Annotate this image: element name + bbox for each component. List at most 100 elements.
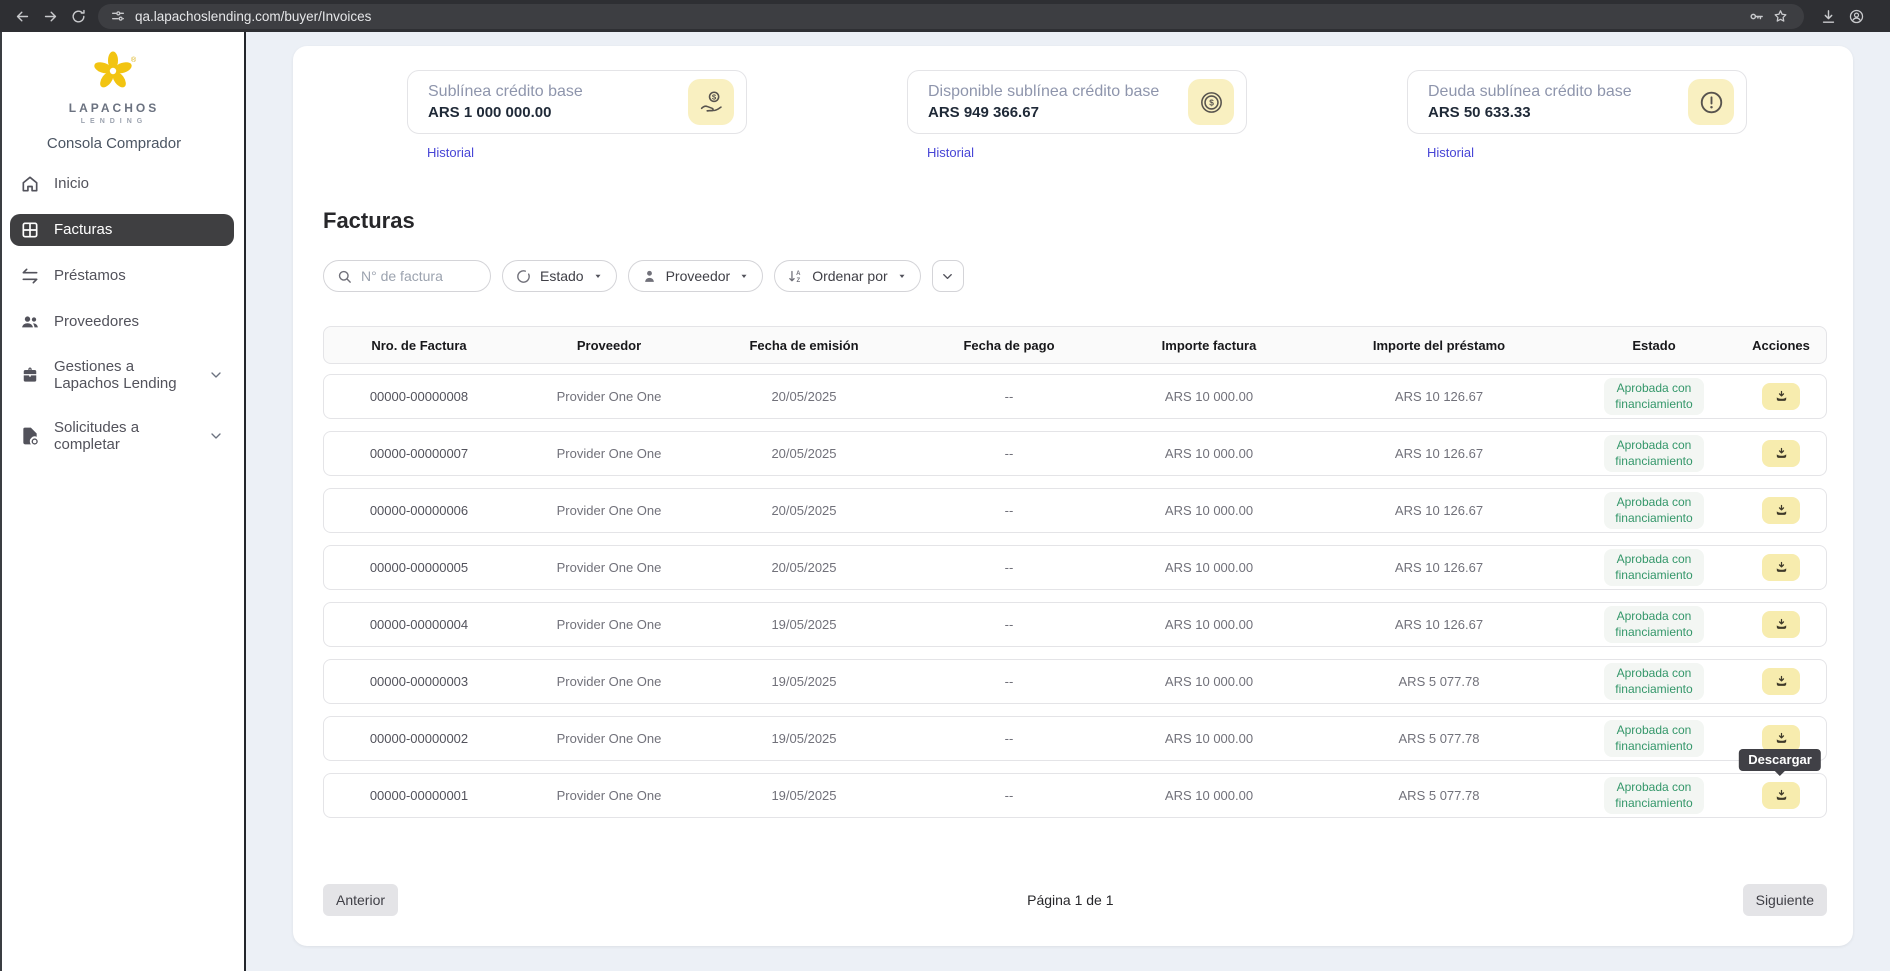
download-button[interactable] [1762,554,1800,581]
actions-cell [1734,554,1828,581]
sidebar-item-solicitudes[interactable]: Solicitudes a completar [10,413,234,460]
invoice-amount-cell: ARS 10 000.00 [1114,788,1304,803]
ordenar-filter-dropdown[interactable]: AZ Ordenar por [774,260,920,292]
loan-amount-cell: ARS 5 077.78 [1304,674,1574,689]
page-title: Facturas [323,208,1827,234]
sidebar-item-gestiones[interactable]: Gestiones a Lapachos Lending [10,352,234,399]
download-tray-icon [1774,674,1789,689]
sidebar-item-proveedores[interactable]: Proveedores [10,306,234,338]
provider-cell: Provider One One [514,446,704,461]
status-cell: Aprobada con financiamiento [1574,549,1734,586]
summary-card-amount: ARS 949 366.67 [928,104,1159,121]
status-badge: Aprobada con financiamiento [1604,777,1704,814]
content-panel: Sublínea crédito base ARS 1 000 000.00 $… [293,46,1853,946]
invoice-table-body: 00000-00000008 Provider One One 20/05/20… [323,374,1827,818]
downloads-icon[interactable] [1814,2,1842,30]
download-button[interactable] [1762,440,1800,467]
table-row: 00000-00000007 Provider One One 20/05/20… [323,431,1827,476]
status-badge: Aprobada con financiamiento [1604,606,1704,643]
issue-date-cell: 19/05/2025 [704,788,904,803]
next-page-button[interactable]: Siguiente [1743,884,1827,916]
site-info-icon[interactable] [110,8,126,24]
download-button[interactable] [1762,383,1800,410]
summary-card-disponible: Disponible sublínea crédito base ARS 949… [907,70,1247,134]
sidebar-item-label: Solicitudes a completar [54,419,194,454]
loan-amount-cell: ARS 5 077.78 [1304,731,1574,746]
download-button[interactable] [1762,497,1800,524]
download-tray-icon [1774,617,1789,632]
download-button[interactable] [1762,725,1800,752]
download-button[interactable] [1762,668,1800,695]
download-tray-icon [1774,503,1789,518]
provider-cell: Provider One One [514,674,704,689]
sidebar-nav: Inicio Facturas Préstamos Proveedores [2,168,244,459]
issue-date-cell: 20/05/2025 [704,446,904,461]
download-tray-icon [1774,731,1789,746]
summary-card-title: Deuda sublínea crédito base [1428,83,1632,101]
invoices-table: Nro. de Factura Proveedor Fecha de emisi… [323,326,1827,818]
status-cell: Aprobada con financiamiento [1574,777,1734,814]
hand-coin-icon: $ [688,79,734,125]
home-icon [20,174,40,194]
arrow-right-icon [42,8,59,25]
sidebar-item-facturas[interactable]: Facturas [10,214,234,246]
download-button[interactable] [1762,611,1800,638]
app-logo: ® LAPACHOS LENDING Consola Comprador [2,32,226,152]
url-bar[interactable]: qa.lapachoslending.com/buyer/Invoices [98,4,1804,29]
browser-reload-button[interactable] [64,2,92,30]
actions-cell [1734,611,1828,638]
historial-link[interactable]: Historial [427,145,474,160]
chevron-down-icon [940,269,955,284]
provider-cell: Provider One One [514,617,704,632]
console-label: Consola Comprador [2,135,226,152]
bookmark-star-icon[interactable] [1768,4,1792,28]
more-filters-button[interactable] [932,260,964,292]
lapachos-flower-icon: ® [90,45,138,93]
invoice-number-cell: 00000-00000003 [324,674,514,689]
caret-down-icon [896,270,908,282]
sidebar-item-prestamos[interactable]: Préstamos [10,260,234,292]
proveedor-filter-dropdown[interactable]: Proveedor [628,260,764,292]
header-cell-payment-date: Fecha de pago [904,338,1114,353]
browser-menu-icon[interactable] [1870,2,1882,30]
reload-icon [70,8,87,25]
estado-filter-dropdown[interactable]: Estado [502,260,617,292]
download-button[interactable] [1762,782,1800,809]
profile-icon[interactable] [1842,2,1870,30]
provider-cell: Provider One One [514,389,704,404]
status-loader-icon [515,268,532,285]
search-input[interactable] [361,268,476,284]
invoice-search-field[interactable] [323,260,491,292]
actions-cell [1734,668,1828,695]
invoice-number-cell: 00000-00000005 [324,560,514,575]
loan-amount-cell: ARS 5 077.78 [1304,788,1574,803]
payment-date-cell: -- [904,617,1114,632]
status-cell: Aprobada con financiamiento [1574,720,1734,757]
payment-date-cell: -- [904,389,1114,404]
browser-back-button[interactable] [8,2,36,30]
swap-arrows-icon [20,266,40,286]
historial-link[interactable]: Historial [927,145,974,160]
payment-date-cell: -- [904,446,1114,461]
download-tooltip: Descargar [1739,749,1821,771]
actions-cell [1734,383,1828,410]
prev-page-button[interactable]: Anterior [323,884,398,916]
invoice-amount-cell: ARS 10 000.00 [1114,446,1304,461]
header-cell-invoice: Nro. de Factura [324,338,514,353]
browser-forward-button[interactable] [36,2,64,30]
ordenar-filter-label: Ordenar por [812,268,887,284]
password-key-icon[interactable] [1744,4,1768,28]
table-row: 00000-00000004 Provider One One 19/05/20… [323,602,1827,647]
historial-link[interactable]: Historial [1427,145,1474,160]
provider-cell: Provider One One [514,788,704,803]
status-badge: Aprobada con financiamiento [1604,435,1704,472]
alert-circle-icon [1688,79,1734,125]
issue-date-cell: 19/05/2025 [704,617,904,632]
header-cell-actions: Acciones [1734,338,1828,353]
svg-text:$: $ [711,92,716,101]
invoice-number-cell: 00000-00000004 [324,617,514,632]
issue-date-cell: 19/05/2025 [704,674,904,689]
issue-date-cell: 20/05/2025 [704,503,904,518]
invoice-number-cell: 00000-00000001 [324,788,514,803]
sidebar-item-inicio[interactable]: Inicio [10,168,234,200]
